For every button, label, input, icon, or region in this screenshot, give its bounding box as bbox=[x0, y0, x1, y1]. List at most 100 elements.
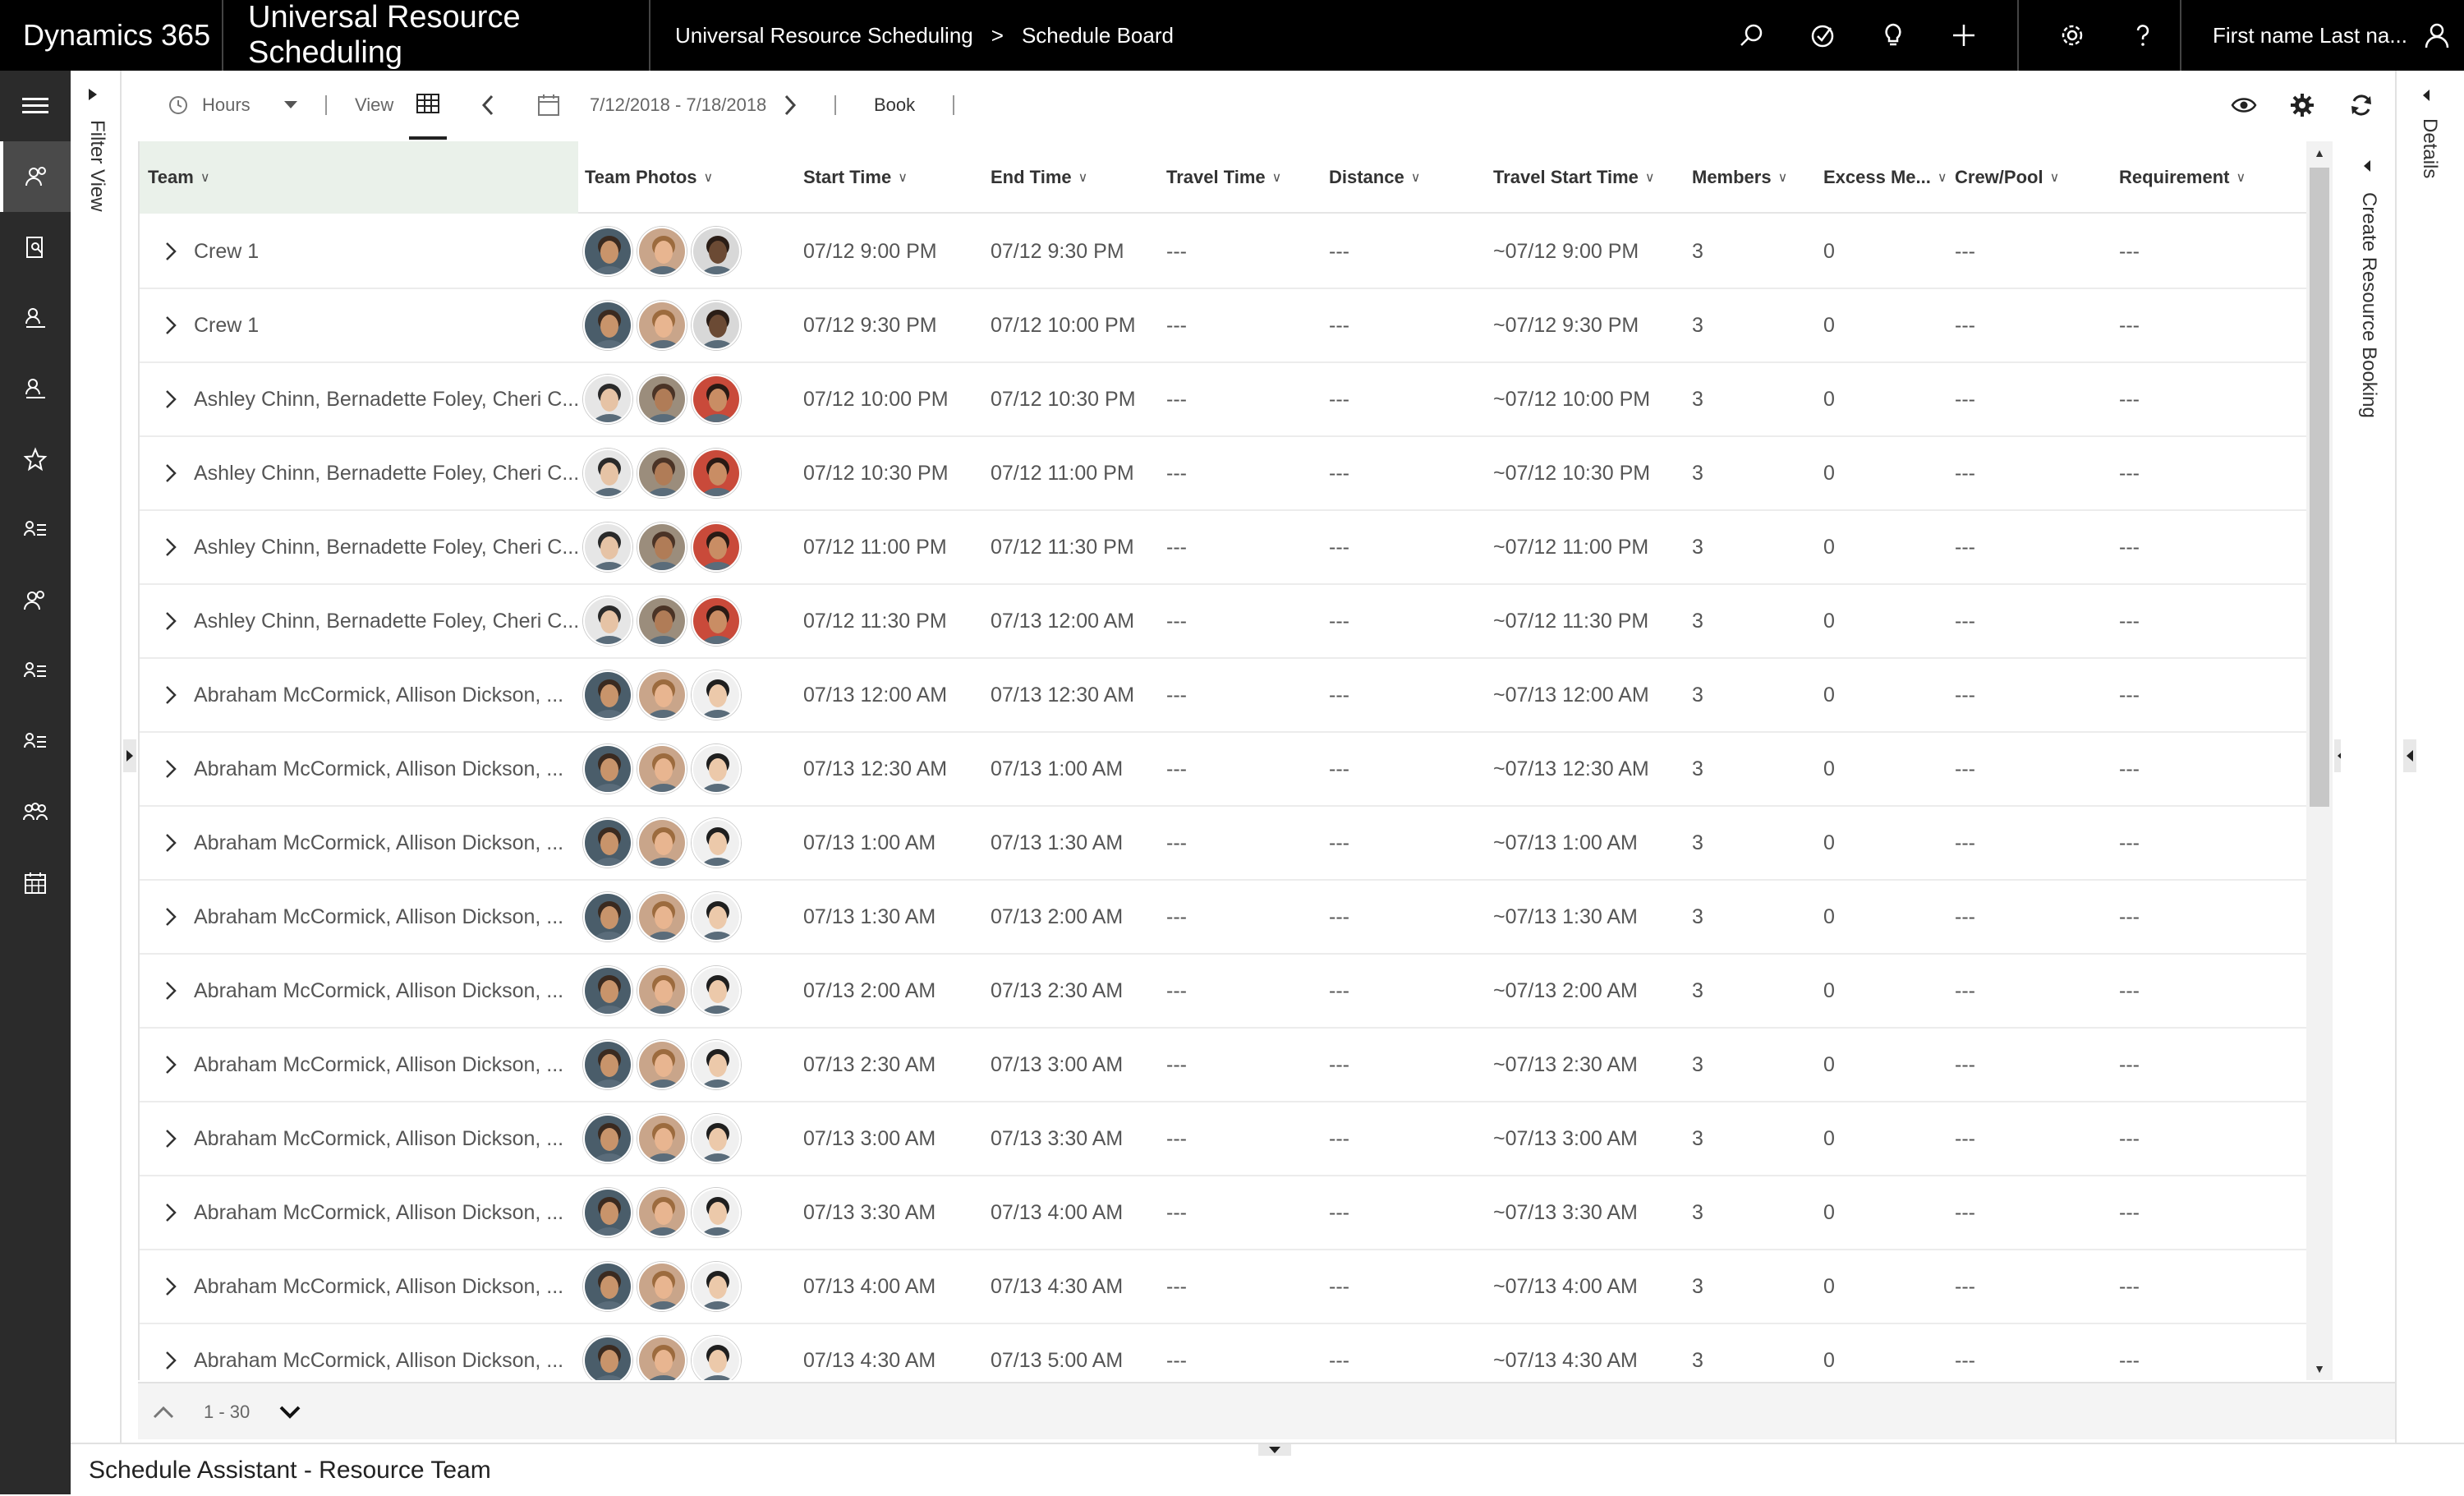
collapse-filter-handle[interactable] bbox=[123, 739, 136, 772]
team-cell[interactable]: Abraham McCormick, Allison Dickson, ... bbox=[159, 733, 563, 805]
breadcrumb-item-app[interactable]: Universal Resource Scheduling bbox=[675, 23, 973, 48]
expand-row-chevron-icon[interactable] bbox=[159, 1203, 182, 1222]
collapse-details-handle[interactable] bbox=[2403, 739, 2416, 772]
nav-bookings[interactable] bbox=[0, 283, 71, 353]
expand-row-chevron-icon[interactable] bbox=[159, 759, 182, 779]
table-row[interactable]: Abraham McCormick, Allison Dickson, ... 0… bbox=[140, 1324, 2306, 1380]
column-header-distance[interactable]: Distance ∨ bbox=[1329, 141, 1420, 214]
column-header-travel-start-time[interactable]: Travel Start Time ∨ bbox=[1493, 141, 1655, 214]
expand-row-chevron-icon[interactable] bbox=[159, 1129, 182, 1148]
nav-groups[interactable] bbox=[0, 777, 71, 848]
nav-pools[interactable] bbox=[0, 707, 71, 777]
team-cell[interactable]: Abraham McCormick, Allison Dickson, ... bbox=[159, 955, 563, 1027]
brand-title[interactable]: Dynamics 365 bbox=[0, 0, 222, 71]
team-cell[interactable]: Ashley Chinn, Bernadette Foley, Cheri C.… bbox=[159, 511, 579, 583]
table-row[interactable]: Ashley Chinn, Bernadette Foley, Cheri C.… bbox=[140, 437, 2306, 511]
team-cell[interactable]: Abraham McCormick, Allison Dickson, ... bbox=[159, 807, 563, 879]
team-cell[interactable]: Ashley Chinn, Bernadette Foley, Cheri C.… bbox=[159, 437, 579, 509]
team-cell[interactable]: Ashley Chinn, Bernadette Foley, Cheri C.… bbox=[159, 585, 579, 657]
board-settings-button[interactable] bbox=[2290, 71, 2315, 140]
expand-row-chevron-icon[interactable] bbox=[159, 907, 182, 927]
column-header-crew-pool[interactable]: Crew/Pool ∨ bbox=[1955, 141, 2059, 214]
new-button[interactable] bbox=[1928, 0, 1999, 71]
date-picker-button[interactable] bbox=[537, 71, 560, 140]
tasks-button[interactable] bbox=[1787, 0, 1858, 71]
table-row[interactable]: Abraham McCormick, Allison Dickson, ... 0… bbox=[140, 1250, 2306, 1324]
expand-row-chevron-icon[interactable] bbox=[159, 242, 182, 261]
previous-page-button[interactable] bbox=[153, 1383, 174, 1441]
table-row[interactable]: Abraham McCormick, Allison Dickson, ... 0… bbox=[140, 659, 2306, 733]
expand-filter-icon[interactable] bbox=[87, 87, 99, 106]
column-header-excess-members[interactable]: Excess Me... ∨ bbox=[1823, 141, 1947, 214]
team-cell[interactable]: Crew 1 bbox=[159, 215, 259, 288]
next-range-button[interactable] bbox=[784, 71, 797, 140]
vertical-scrollbar[interactable]: ▲ ▼ bbox=[2306, 141, 2333, 1380]
table-row[interactable]: Abraham McCormick, Allison Dickson, ... 0… bbox=[140, 807, 2306, 881]
column-header-end-time[interactable]: End Time ∨ bbox=[991, 141, 1087, 214]
details-label[interactable]: Details bbox=[2418, 118, 2441, 178]
nav-calendar[interactable] bbox=[0, 848, 71, 918]
column-header-start-time[interactable]: Start Time ∨ bbox=[803, 141, 908, 214]
nav-requirements[interactable] bbox=[0, 353, 71, 424]
column-header-travel-time[interactable]: Travel Time ∨ bbox=[1166, 141, 1281, 214]
table-row[interactable]: Abraham McCormick, Allison Dickson, ... 0… bbox=[140, 1176, 2306, 1250]
column-header-requirement[interactable]: Requirement ∨ bbox=[2119, 141, 2246, 214]
nav-resources[interactable] bbox=[0, 141, 71, 212]
team-cell[interactable]: Abraham McCormick, Allison Dickson, ... bbox=[159, 659, 563, 731]
table-row[interactable]: Ashley Chinn, Bernadette Foley, Cheri C.… bbox=[140, 585, 2306, 659]
table-row[interactable]: Abraham McCormick, Allison Dickson, ... 0… bbox=[140, 955, 2306, 1029]
team-cell[interactable]: Abraham McCormick, Allison Dickson, ... bbox=[159, 1176, 563, 1249]
nav-crews[interactable] bbox=[0, 636, 71, 707]
nav-resource-list[interactable] bbox=[0, 495, 71, 565]
expand-row-chevron-icon[interactable] bbox=[159, 685, 182, 705]
table-row[interactable]: Abraham McCormick, Allison Dickson, ... 0… bbox=[140, 733, 2306, 807]
column-header-team[interactable]: Team ∨ bbox=[148, 141, 210, 214]
search-button[interactable] bbox=[1717, 0, 1787, 71]
expand-row-chevron-icon[interactable] bbox=[159, 833, 182, 853]
settings-button[interactable] bbox=[2037, 0, 2108, 71]
table-row[interactable]: Abraham McCormick, Allison Dickson, ... 0… bbox=[140, 1029, 2306, 1102]
scroll-up-icon[interactable]: ▲ bbox=[2306, 141, 2333, 164]
menu-button[interactable] bbox=[0, 71, 71, 141]
create-resource-booking-label[interactable]: Create Resource Booking bbox=[2357, 192, 2380, 418]
nav-teams[interactable] bbox=[0, 565, 71, 636]
visibility-button[interactable] bbox=[2231, 71, 2257, 140]
expand-details-icon[interactable] bbox=[2421, 89, 2431, 106]
user-name[interactable]: First name Last na... bbox=[2213, 0, 2407, 71]
nav-favorites[interactable] bbox=[0, 424, 71, 495]
help-button[interactable] bbox=[2108, 0, 2178, 71]
table-row[interactable]: Ashley Chinn, Bernadette Foley, Cheri C.… bbox=[140, 363, 2306, 437]
expand-row-chevron-icon[interactable] bbox=[159, 463, 182, 483]
expand-bottom-panel-handle[interactable] bbox=[1258, 1444, 1291, 1456]
next-page-button[interactable] bbox=[279, 1383, 301, 1441]
scroll-down-icon[interactable]: ▼ bbox=[2306, 1357, 2333, 1380]
expand-row-chevron-icon[interactable] bbox=[159, 611, 182, 631]
expand-row-chevron-icon[interactable] bbox=[159, 1351, 182, 1370]
ideas-button[interactable] bbox=[1858, 0, 1928, 71]
hours-selector[interactable]: Hours bbox=[168, 71, 298, 140]
book-button[interactable]: Book bbox=[874, 71, 915, 140]
column-header-team-photos[interactable]: Team Photos ∨ bbox=[585, 141, 713, 214]
expand-row-chevron-icon[interactable] bbox=[159, 981, 182, 1001]
expand-row-chevron-icon[interactable] bbox=[159, 315, 182, 335]
team-cell[interactable]: Abraham McCormick, Allison Dickson, ... bbox=[159, 1250, 563, 1323]
team-cell[interactable]: Abraham McCormick, Allison Dickson, ... bbox=[159, 881, 563, 953]
column-header-members[interactable]: Members ∨ bbox=[1692, 141, 1787, 214]
team-cell[interactable]: Abraham McCormick, Allison Dickson, ... bbox=[159, 1102, 563, 1175]
expand-row-chevron-icon[interactable] bbox=[159, 1055, 182, 1075]
expand-row-chevron-icon[interactable] bbox=[159, 537, 182, 557]
table-row[interactable]: Abraham McCormick, Allison Dickson, ... 0… bbox=[140, 881, 2306, 955]
expand-row-chevron-icon[interactable] bbox=[159, 1277, 182, 1296]
grid-view-button[interactable] bbox=[409, 71, 447, 140]
team-cell[interactable]: Crew 1 bbox=[159, 289, 259, 361]
team-cell[interactable]: Abraham McCormick, Allison Dickson, ... bbox=[159, 1029, 563, 1101]
scrollbar-thumb[interactable] bbox=[2310, 168, 2329, 807]
filter-view-label[interactable]: Filter View bbox=[85, 120, 108, 212]
table-row[interactable]: Crew 1 07/12 9:30 PM 07/12 10:00 PM --- --- ~… bbox=[140, 289, 2306, 363]
expand-row-chevron-icon[interactable] bbox=[159, 389, 182, 409]
date-range-text[interactable]: 7/12/2018 - 7/18/2018 bbox=[590, 71, 766, 140]
previous-range-button[interactable] bbox=[481, 71, 494, 140]
refresh-button[interactable] bbox=[2349, 71, 2374, 140]
app-name[interactable]: Universal Resource Scheduling bbox=[222, 0, 650, 71]
breadcrumb-item-schedule-board[interactable]: Schedule Board bbox=[1022, 23, 1174, 48]
